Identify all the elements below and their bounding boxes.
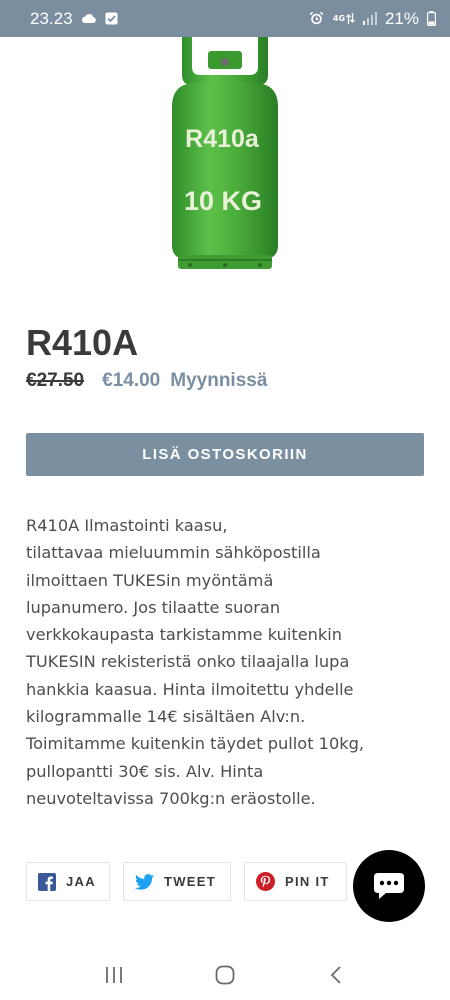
product-image[interactable]: R410a 10 KG <box>150 37 300 277</box>
description-line: neuvoteltavissa 700kg:n eräostolle. <box>26 788 316 808</box>
twitter-icon <box>135 873 154 890</box>
chat-button[interactable] <box>353 850 425 922</box>
home-icon <box>215 965 235 985</box>
product-title: R410A <box>26 322 139 363</box>
signal-icon <box>362 12 377 25</box>
network-type: 4G <box>332 13 346 23</box>
share-twitter-button[interactable]: TWEET <box>123 862 231 901</box>
description-line: kilogrammalle 14€ sisältäen Alv:n. <box>26 707 306 727</box>
share-facebook-button[interactable]: JAA <box>26 862 110 901</box>
battery-percent: 21% <box>384 8 419 28</box>
cylinder-label-top: R410a <box>185 125 260 153</box>
recents-icon <box>104 966 124 984</box>
share-facebook-label: JAA <box>66 874 96 889</box>
clock: 23.23 <box>30 8 73 28</box>
share-pinterest-button[interactable]: PIN IT <box>244 862 347 901</box>
description-line: hankkia kaasua. Hinta ilmoitettu yhdelle <box>26 679 354 699</box>
recents-button[interactable] <box>89 955 139 995</box>
facebook-icon <box>38 872 56 891</box>
chat-bubble-icon <box>372 871 406 901</box>
data-transfer-icon: 4G <box>332 12 355 25</box>
description-line: lupanumero. Jos tilaatte suoran <box>26 597 281 617</box>
description-line: Toimitamme kuitenkin täydet pullot 10kg, <box>26 734 365 754</box>
description-line: tilattavaa mieluummin sähköpostilla <box>26 543 321 563</box>
sale-price-group: €14.00 Myynnissä <box>102 370 267 392</box>
system-nav-bar <box>0 950 450 1000</box>
share-twitter-label: TWEET <box>164 874 216 889</box>
status-bar-left: 23.23 <box>30 9 118 29</box>
description-line: R410A Ilmastointi kaasu, <box>26 516 228 535</box>
add-to-cart-button[interactable]: LISÄ OSTOSKORIIN <box>26 433 424 476</box>
sale-label: Myynnissä <box>170 370 268 391</box>
cylinder-label-bottom: 10 KG <box>184 186 262 216</box>
description-line: ilmoittaen TUKESin myöntämä <box>26 570 274 590</box>
social-share-row: JAA TWEET PIN IT <box>26 862 347 901</box>
status-bar: 23.23 4G 21% <box>0 0 450 37</box>
description-line: pullopantti 30€ sis. Alv. Hinta <box>26 761 264 781</box>
product-description: R410A Ilmastointi kaasu, tilattavaa miel… <box>26 512 426 812</box>
back-icon <box>329 965 343 985</box>
cloud-icon <box>81 13 97 24</box>
home-button[interactable] <box>200 955 250 995</box>
compare-at-price: €27.50 <box>26 370 85 391</box>
sale-price: €14.00 <box>102 370 161 391</box>
status-bar-right: 4G 21% <box>309 9 436 29</box>
pinterest-icon <box>256 872 275 891</box>
check-icon <box>105 12 118 25</box>
back-button[interactable] <box>311 955 361 995</box>
share-pinterest-label: PIN IT <box>285 874 330 889</box>
battery-icon <box>427 11 436 26</box>
alarm-icon <box>309 11 324 26</box>
description-line: verkkokaupasta tarkistamme kuitenkin <box>26 625 343 645</box>
price-row: €27.50 €14.00 Myynnissä <box>26 370 267 392</box>
description-line: TUKESIN rekisteristä onko tilaajalla lup… <box>26 652 350 672</box>
